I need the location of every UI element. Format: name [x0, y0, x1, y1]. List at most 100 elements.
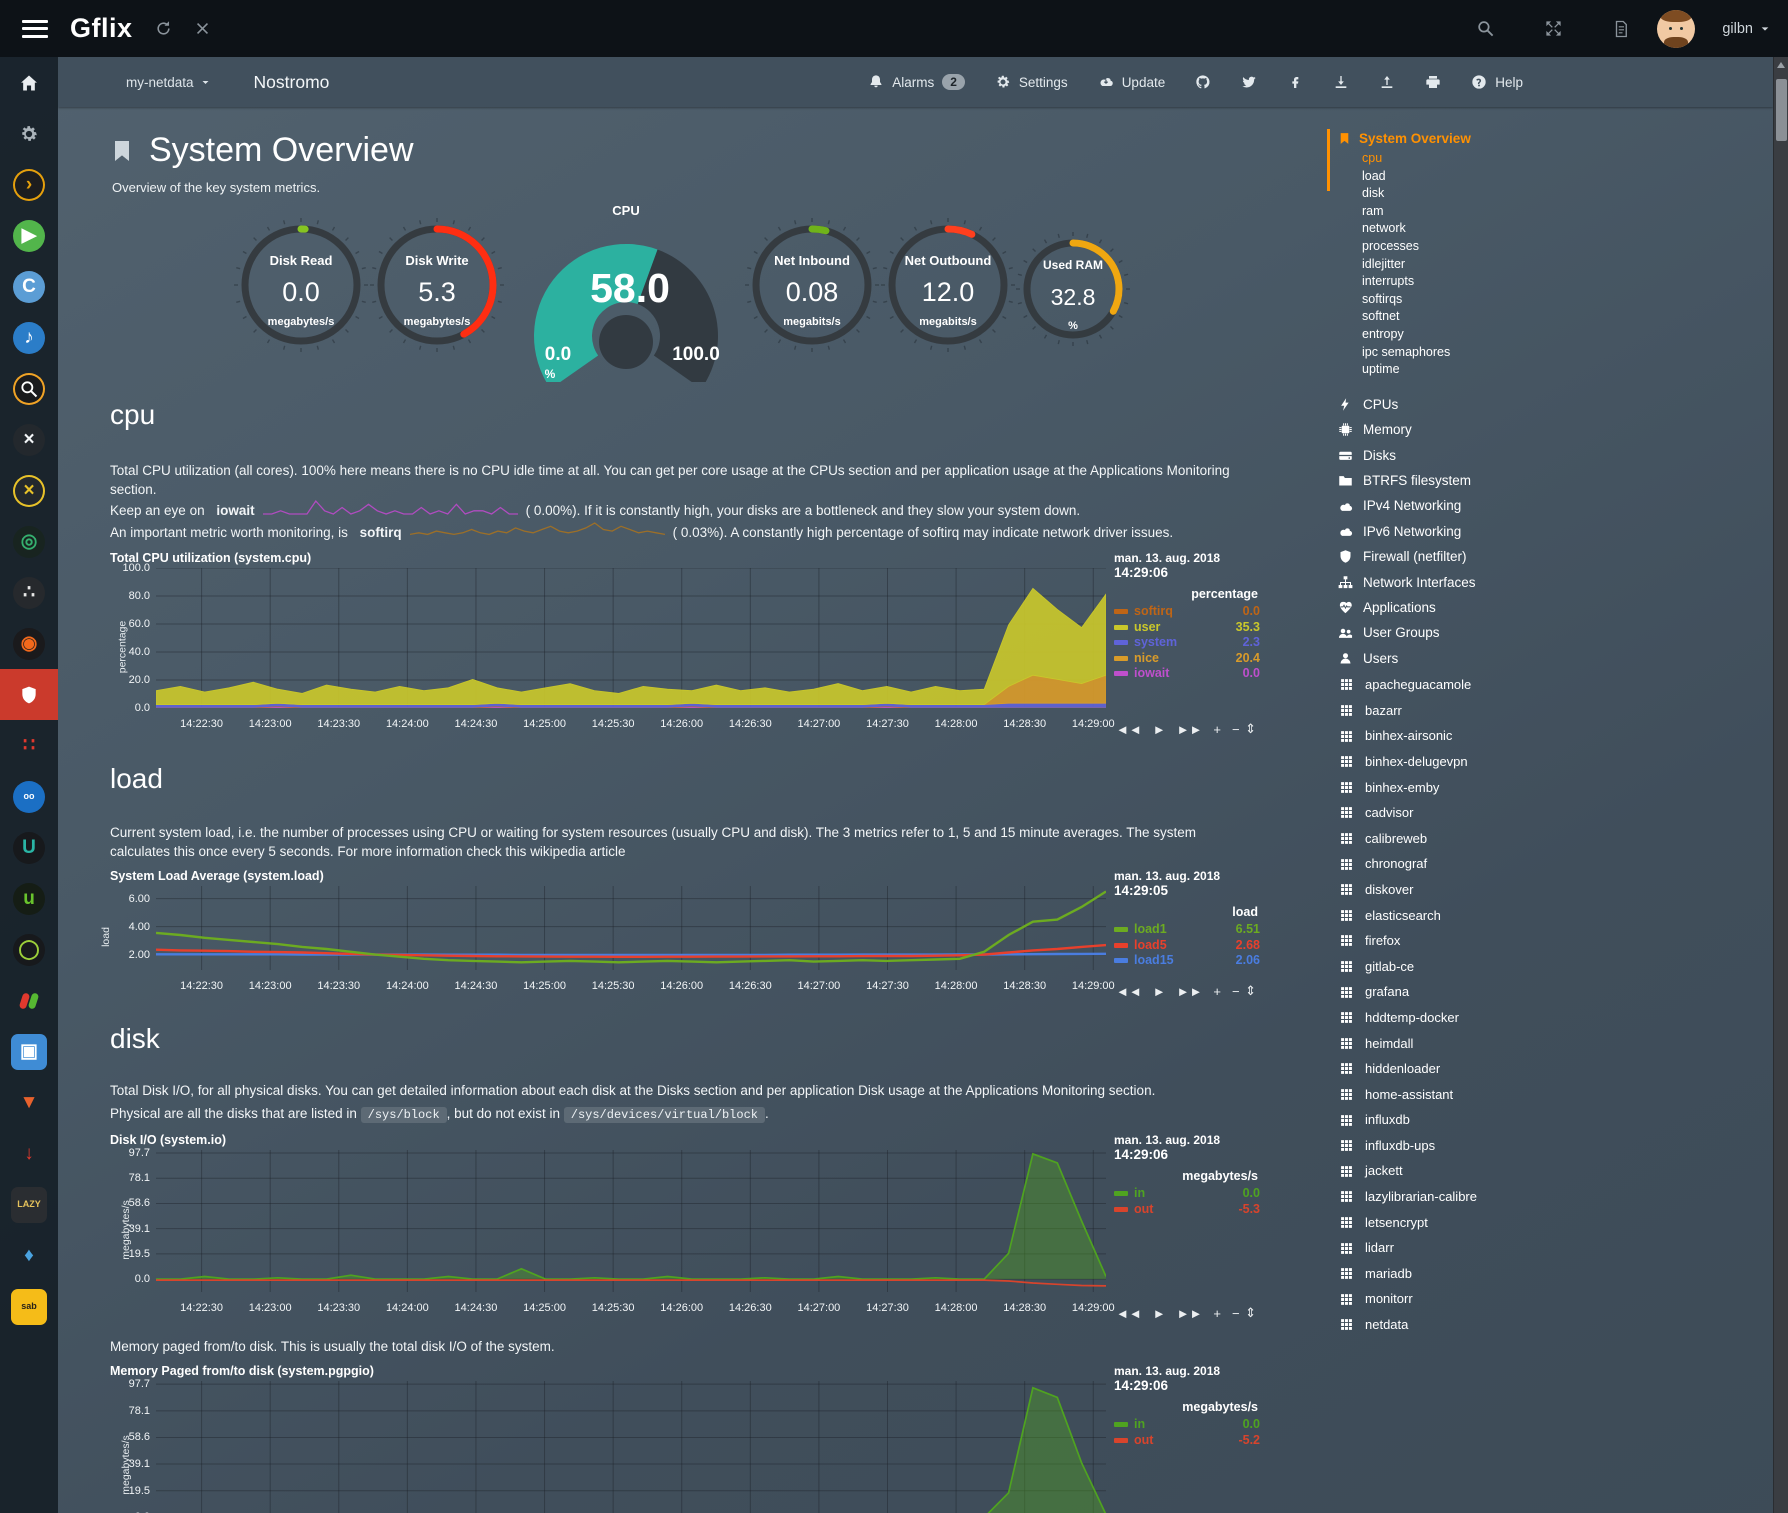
- menu-app-influxdb[interactable]: influxdb: [1338, 1107, 1773, 1133]
- gauge-used-ram[interactable]: Used RAM32.8%: [1015, 231, 1131, 352]
- zoom-in-button[interactable]: +: [1213, 1306, 1221, 1321]
- menu-section-ipv4-networking[interactable]: IPv4 Networking: [1338, 493, 1773, 518]
- zoom-in-button[interactable]: +: [1213, 984, 1221, 999]
- menu-app-binhex-emby[interactable]: binhex-emby: [1338, 775, 1773, 801]
- zoom-out-button[interactable]: −: [1232, 722, 1240, 737]
- user-menu[interactable]: gilbn: [1722, 21, 1770, 37]
- menu-item-ipc-semaphores[interactable]: ipc semaphores: [1362, 344, 1773, 362]
- scrollbar[interactable]: [1773, 57, 1788, 1513]
- menu-app-lazylibrarian-calibre[interactable]: lazylibrarian-calibre: [1338, 1184, 1773, 1210]
- menu-item-uptime[interactable]: uptime: [1362, 361, 1773, 379]
- sidebar-app-plex[interactable]: ›: [0, 159, 58, 210]
- menu-app-home-assistant[interactable]: home-assistant: [1338, 1082, 1773, 1108]
- legend-row-iowait[interactable]: iowait0.0: [1114, 666, 1260, 682]
- menu-app-binhex-delugevpn[interactable]: binhex-delugevpn: [1338, 749, 1773, 775]
- resize-handle[interactable]: ⇕: [1245, 721, 1256, 737]
- menu-item-softirqs[interactable]: softirqs: [1362, 291, 1773, 309]
- legend-row-load15[interactable]: load152.06: [1114, 953, 1260, 969]
- play-button[interactable]: ►: [1153, 984, 1166, 999]
- menu-app-calibreweb[interactable]: calibreweb: [1338, 826, 1773, 852]
- gauge-disk-write[interactable]: Disk Write5.3megabytes/s: [369, 217, 505, 358]
- menu-section-user-groups[interactable]: User Groups: [1338, 620, 1773, 645]
- chart-system-load[interactable]: System Load Average (system.load)load6.0…: [110, 869, 1260, 999]
- sidebar-app-jackett[interactable]: [0, 363, 58, 414]
- menu-section-applications[interactable]: Applications: [1338, 595, 1773, 620]
- play-button[interactable]: ►: [1153, 1306, 1166, 1321]
- menu-app-monitorr[interactable]: monitorr: [1338, 1286, 1773, 1312]
- legend-row-softirq[interactable]: softirq0.0: [1114, 604, 1260, 620]
- sidebar-app-duplicati[interactable]: ♦: [0, 1230, 58, 1281]
- menu-app-firefox[interactable]: firefox: [1338, 928, 1773, 954]
- menu-app-bazarr[interactable]: bazarr: [1338, 698, 1773, 724]
- sidebar-app-lazylibrarian[interactable]: LAZY: [0, 1179, 58, 1230]
- sidebar-app-settings[interactable]: [0, 108, 58, 159]
- sidebar-app-rutorrent[interactable]: ∷: [0, 720, 58, 771]
- update-button[interactable]: Update: [1098, 74, 1166, 90]
- sidebar-app-resilio-sync[interactable]: [0, 669, 58, 720]
- menu-app-letsencrypt[interactable]: letsencrypt: [1338, 1210, 1773, 1236]
- menu-item-load[interactable]: load: [1362, 168, 1773, 186]
- sidebar-app-home[interactable]: [0, 57, 58, 108]
- zoom-in-button[interactable]: +: [1213, 722, 1221, 737]
- menu-app-heimdall[interactable]: heimdall: [1338, 1031, 1773, 1057]
- menu-app-elasticsearch[interactable]: elasticsearch: [1338, 903, 1773, 929]
- menu-app-binhex-airsonic[interactable]: binhex-airsonic: [1338, 723, 1773, 749]
- menu-app-netdata[interactable]: netdata: [1338, 1312, 1773, 1338]
- sidebar-app-airsonic[interactable]: ♪: [0, 312, 58, 363]
- menu-item-ram[interactable]: ram: [1362, 203, 1773, 221]
- menu-app-diskover[interactable]: diskover: [1338, 877, 1773, 903]
- scrollbar-up-arrow[interactable]: [1777, 62, 1785, 68]
- pan-left-button[interactable]: ◄◄: [1116, 1306, 1142, 1321]
- chart-system-cpu[interactable]: Total CPU utilization (system.cpu)percen…: [110, 551, 1260, 737]
- play-button[interactable]: ►: [1153, 722, 1166, 737]
- sidebar-app-node-graph[interactable]: ∴: [0, 567, 58, 618]
- help-button[interactable]: Help: [1471, 74, 1523, 90]
- menu-section-system-overview[interactable]: System Overview: [1338, 131, 1773, 146]
- menu-item-entropy[interactable]: entropy: [1362, 326, 1773, 344]
- zoom-out-button[interactable]: −: [1232, 1306, 1240, 1321]
- sidebar-app-unify[interactable]: u: [0, 873, 58, 924]
- resize-handle[interactable]: ⇕: [1245, 1305, 1256, 1321]
- import-icon[interactable]: [1333, 74, 1349, 90]
- menu-section-users[interactable]: Users: [1338, 646, 1773, 671]
- menu-item-disk[interactable]: disk: [1362, 185, 1773, 203]
- legend-row-nice[interactable]: nice20.4: [1114, 651, 1260, 667]
- gauge-net-outbound[interactable]: Net Outbound12.0megabits/s: [880, 217, 1016, 358]
- menu-app-apacheguacamole[interactable]: apacheguacamole: [1338, 672, 1773, 698]
- sidebar-app-gitlab[interactable]: ▼: [0, 1077, 58, 1128]
- menu-app-chronograf[interactable]: chronograf: [1338, 851, 1773, 877]
- menu-section-ipv6-networking[interactable]: IPv6 Networking: [1338, 519, 1773, 544]
- pan-left-button[interactable]: ◄◄: [1116, 722, 1142, 737]
- refresh-icon[interactable]: [155, 20, 172, 37]
- menu-item-cpu[interactable]: cpu: [1362, 150, 1773, 168]
- sidebar-app-nextcloud[interactable]: oo: [0, 771, 58, 822]
- pan-right-button[interactable]: ►►: [1177, 722, 1203, 737]
- menu-app-mariadb[interactable]: mariadb: [1338, 1261, 1773, 1287]
- print-icon[interactable]: [1425, 74, 1441, 90]
- legend-row-out[interactable]: out-5.2: [1114, 1433, 1260, 1449]
- twitter-icon[interactable]: [1241, 74, 1257, 90]
- menu-app-influxdb-ups[interactable]: influxdb-ups: [1338, 1133, 1773, 1159]
- menu-app-jackett[interactable]: jackett: [1338, 1158, 1773, 1184]
- export-icon[interactable]: [1379, 74, 1395, 90]
- sidebar-app-windowed-app[interactable]: ▣: [0, 1026, 58, 1077]
- legend-row-load5[interactable]: load52.68: [1114, 938, 1260, 954]
- legend-row-in[interactable]: in0.0: [1114, 1186, 1260, 1202]
- menu-item-network[interactable]: network: [1362, 220, 1773, 238]
- menu-section-firewall-netfilter-[interactable]: Firewall (netfilter): [1338, 544, 1773, 569]
- menu-app-grafana[interactable]: grafana: [1338, 979, 1773, 1005]
- menu-section-memory[interactable]: Memory: [1338, 417, 1773, 442]
- resize-handle[interactable]: ⇕: [1245, 983, 1256, 999]
- search-icon[interactable]: [1476, 19, 1495, 38]
- menu-app-hiddenloader[interactable]: hiddenloader: [1338, 1056, 1773, 1082]
- chart-disk-io[interactable]: Disk I/O (system.io)megabytes/s97.778.15…: [110, 1133, 1260, 1321]
- sidebar-app-glances[interactable]: ◎: [0, 516, 58, 567]
- pan-right-button[interactable]: ►►: [1177, 1306, 1203, 1321]
- menu-section-cpus[interactable]: CPUs: [1338, 392, 1773, 417]
- legend-row-load1[interactable]: load16.51: [1114, 922, 1260, 938]
- menu-app-lidarr[interactable]: lidarr: [1338, 1235, 1773, 1261]
- gauge-cpu[interactable]: CPU58.00.0100.0%: [518, 203, 734, 387]
- menu-section-btrfs-filesystem[interactable]: BTRFS filesystem: [1338, 468, 1773, 493]
- chart-plot-area[interactable]: [156, 886, 1106, 975]
- github-icon[interactable]: [1195, 74, 1211, 90]
